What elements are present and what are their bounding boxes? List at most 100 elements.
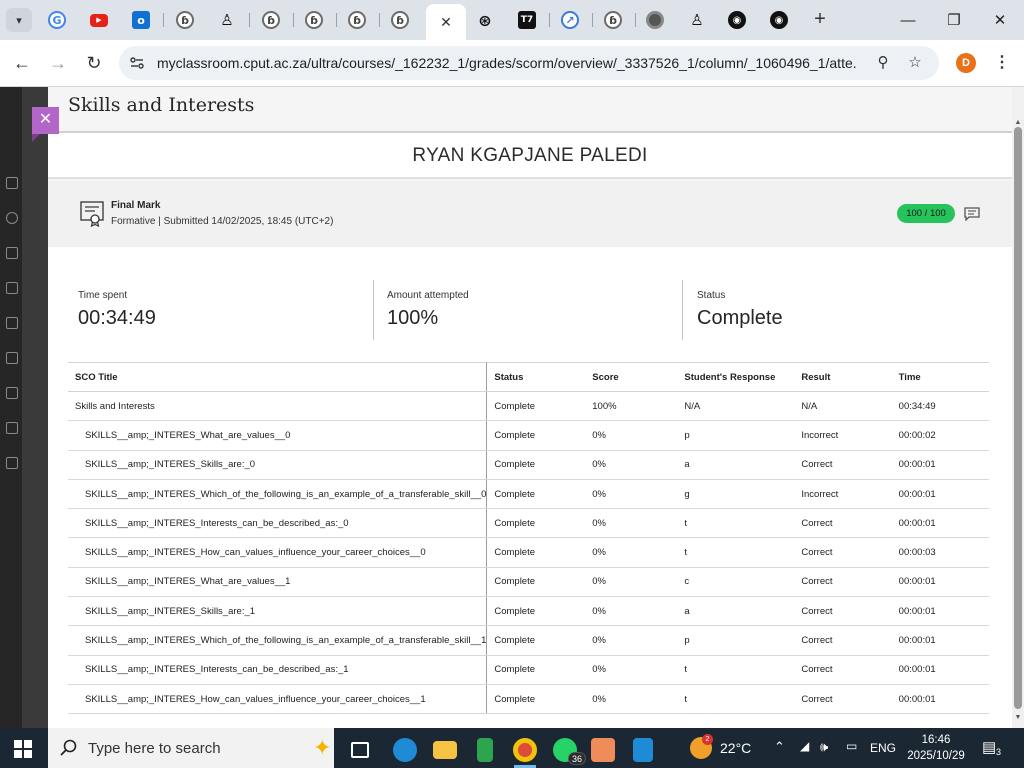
column-header-sco-title[interactable]: SCO Title — [68, 362, 488, 392]
battery-icon[interactable]: ▭ — [846, 739, 857, 753]
new-tab-plus-icon[interactable]: + — [808, 8, 832, 32]
tab-ai-tutor[interactable]: ɓ — [338, 6, 376, 34]
grades-icon[interactable] — [6, 387, 18, 399]
cell-response: t — [677, 537, 795, 568]
tools-icon[interactable] — [6, 422, 18, 434]
tab-copilot[interactable]: ↗ — [551, 6, 589, 34]
chrome-taskbar-icon[interactable] — [506, 732, 544, 768]
weather-widget[interactable]: 2 22°C — [690, 734, 751, 760]
institution-icon[interactable] — [6, 177, 18, 189]
vscode-icon[interactable] — [624, 732, 662, 768]
tab-search-dropdown-icon[interactable]: ▾ — [6, 8, 32, 32]
window-close-icon[interactable]: ✕ — [980, 6, 1020, 34]
cell-response: p — [677, 625, 795, 656]
cell-score: 0% — [585, 479, 678, 510]
tab-ai-tutor[interactable]: ɓ — [381, 6, 419, 34]
column-header-time[interactable]: Time — [891, 362, 989, 392]
ai-tutor-icon: ɓ — [348, 11, 366, 29]
tab-ai-tutor[interactable]: ɓ — [594, 6, 632, 34]
tab-microscope[interactable]: ♙ — [678, 6, 716, 34]
clock-time: 16:46 — [921, 734, 951, 746]
table-row: SKILLS__amp;_INTERES_Which_of_the_follow… — [68, 479, 989, 510]
courses-icon[interactable] — [6, 282, 18, 294]
browser-menu-icon[interactable]: ⋮ — [992, 52, 1012, 74]
profile-avatar[interactable]: D — [956, 53, 976, 73]
cell-score: 0% — [585, 625, 678, 656]
tab-github[interactable]: ◉ — [718, 6, 756, 34]
sign-out-icon[interactable] — [6, 457, 18, 469]
file-explorer-icon[interactable] — [426, 732, 464, 768]
cell-response: a — [677, 596, 795, 627]
panel-scrollbar[interactable]: ▲ ▼ — [1012, 87, 1024, 728]
minimize-icon[interactable]: — — [888, 6, 928, 34]
tab-active-close[interactable]: ✕ — [426, 4, 466, 40]
cell-sco-title: SKILLS__amp;_INTERES_Skills_are:_0 — [68, 450, 488, 480]
edge-icon[interactable] — [386, 732, 424, 768]
close-icon[interactable]: ✕ — [440, 14, 452, 31]
volume-icon[interactable]: 🕪 — [820, 739, 828, 755]
tab-microscope[interactable]: ♙ — [208, 6, 246, 34]
zoom-magnifier-icon[interactable]: ⚲ — [873, 53, 893, 73]
tab-divider — [336, 13, 337, 27]
column-header-score[interactable]: Score — [585, 362, 678, 392]
github-icon: ◉ — [728, 11, 746, 29]
pdf-reader-icon[interactable] — [584, 732, 622, 768]
task-view-icon[interactable] — [341, 732, 379, 768]
address-bar[interactable]: myclassroom.cput.ac.za/ultra/courses/_16… — [119, 46, 939, 80]
tab-ai-tutor[interactable]: ɓ — [295, 6, 333, 34]
system-clock[interactable]: 16:46 2025/10/29 — [900, 732, 972, 764]
calendar-icon[interactable] — [6, 317, 18, 329]
column-header-response[interactable]: Student's Response — [677, 362, 795, 392]
certificate-icon — [80, 201, 104, 227]
column-header-status[interactable]: Status — [486, 362, 586, 392]
cell-result: Incorrect — [794, 479, 892, 510]
outlook-icon: o — [132, 11, 150, 29]
cell-score: 0% — [585, 537, 678, 568]
cell-time: 00:00:01 — [891, 596, 989, 627]
close-panel-button[interactable]: ✕ — [32, 107, 59, 134]
cell-time: 00:00:01 — [891, 655, 989, 685]
notification-count: 3 — [996, 747, 1002, 757]
whatsapp-icon[interactable]: 36 — [546, 732, 586, 768]
cell-sco-title: SKILLS__amp;_INTERES_How_can_values_infl… — [68, 684, 488, 715]
url-text[interactable]: myclassroom.cput.ac.za/ultra/courses/_16… — [157, 55, 857, 71]
globe-icon[interactable] — [6, 247, 18, 259]
cell-response: t — [677, 684, 795, 715]
show-hidden-icons-chevron[interactable]: ⌃ — [774, 739, 785, 755]
tab-ai-tutor[interactable]: ɓ — [166, 6, 204, 34]
microscope-icon: ♙ — [690, 11, 704, 29]
language-indicator[interactable]: ENG — [870, 741, 896, 755]
tab-youtube[interactable]: ▶ — [80, 6, 118, 34]
wifi-icon[interactable]: ◢ — [800, 739, 809, 753]
tab-outlook[interactable]: o — [122, 6, 160, 34]
ai-tutor-icon: ɓ — [305, 11, 323, 29]
forward-arrow-icon[interactable]: → — [45, 50, 71, 76]
taskbar-search-box[interactable]: Type here to search ✦ — [48, 728, 334, 768]
tab-google[interactable]: G — [38, 6, 76, 34]
profile-icon[interactable] — [6, 212, 18, 224]
bookmark-star-icon[interactable]: ☆ — [905, 53, 925, 73]
tab-tt[interactable]: T7 — [508, 6, 546, 34]
stocks-app-icon[interactable] — [466, 732, 504, 768]
feedback-comment-icon[interactable] — [964, 207, 980, 221]
restore-icon[interactable]: ❐ — [934, 6, 974, 34]
scroll-down-icon[interactable]: ▼ — [1012, 712, 1024, 724]
cell-response: a — [677, 450, 795, 480]
tab-chrome[interactable] — [636, 6, 674, 34]
site-settings-icon[interactable] — [129, 55, 145, 71]
back-arrow-icon[interactable]: ← — [9, 50, 35, 76]
cell-sco-title: SKILLS__amp;_INTERES_Interests_can_be_de… — [68, 508, 488, 539]
tab-github[interactable]: ◉ — [760, 6, 798, 34]
column-header-result[interactable]: Result — [794, 362, 892, 392]
reload-icon[interactable]: ↻ — [81, 50, 107, 76]
windows-start-icon[interactable] — [14, 740, 32, 758]
tab-openai[interactable]: ⊛ — [466, 6, 504, 34]
notification-center-icon[interactable]: ▤ 3 — [982, 738, 1006, 758]
cell-response: c — [677, 567, 795, 598]
status-label: Status — [697, 290, 726, 301]
cell-score: 0% — [585, 684, 678, 715]
tab-ai-tutor[interactable]: ɓ — [252, 6, 290, 34]
messages-icon[interactable] — [6, 352, 18, 364]
cell-status: Complete — [486, 596, 586, 627]
scrollbar-thumb[interactable] — [1014, 127, 1022, 709]
